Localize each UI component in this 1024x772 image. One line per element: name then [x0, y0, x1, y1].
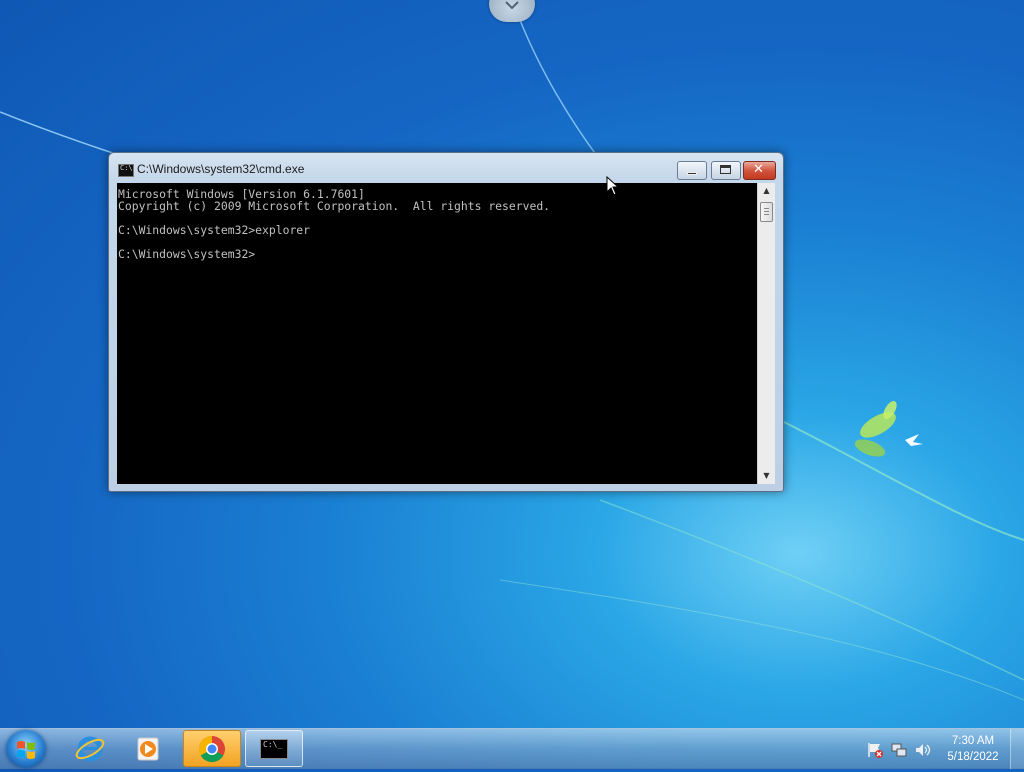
clock-date: 5/18/2022 — [947, 751, 999, 763]
action-center-flag-icon[interactable] — [866, 741, 884, 759]
console-output[interactable]: Microsoft Windows [Version 6.1.7601] Cop… — [117, 183, 757, 484]
minimize-icon — [687, 172, 697, 175]
cmd-icon: C:\_ — [260, 738, 288, 759]
chevron-down-icon — [505, 1, 519, 10]
start-button[interactable] — [6, 730, 46, 768]
console-text: Microsoft Windows [Version 6.1.7601] Cop… — [118, 187, 551, 261]
taskbar: C:\_ 7:30 AM 5/18/2022 — [0, 728, 1024, 769]
mouse-cursor-icon — [606, 176, 620, 196]
scrollbar-thumb[interactable] — [760, 202, 773, 222]
minimize-button[interactable] — [677, 161, 707, 180]
taskbar-item-internet-explorer[interactable] — [61, 730, 119, 767]
chrome-icon — [198, 735, 225, 762]
close-button[interactable]: ✕ — [743, 161, 776, 180]
maximize-icon — [720, 165, 731, 174]
taskbar-item-media-player[interactable] — [120, 730, 178, 767]
window-title: C:\Windows\system32\cmd.exe — [137, 162, 305, 176]
scroll-up-arrow-icon[interactable]: ▲ — [758, 183, 775, 199]
taskbar-item-chrome[interactable] — [183, 730, 241, 767]
ie-icon — [75, 736, 105, 761]
close-icon: ✕ — [753, 162, 764, 177]
cmd-icon: C:\ — [118, 164, 134, 177]
cmd-window[interactable]: C:\ C:\Windows\system32\cmd.exe ✕ Micros… — [108, 152, 784, 492]
system-clock[interactable]: 7:30 AM 5/18/2022 — [940, 733, 1006, 765]
show-desktop-button[interactable] — [1010, 729, 1024, 769]
clock-time: 7:30 AM — [951, 735, 995, 747]
media-player-icon — [137, 737, 159, 760]
maximize-button[interactable] — [711, 161, 741, 180]
windows-logo-icon — [17, 741, 35, 759]
network-icon[interactable] — [890, 741, 908, 759]
vertical-scrollbar[interactable]: ▲ ▼ — [757, 183, 775, 484]
scroll-down-arrow-icon[interactable]: ▼ — [758, 468, 775, 484]
window-titlebar[interactable]: C:\ C:\Windows\system32\cmd.exe ✕ — [109, 153, 783, 183]
volume-icon[interactable] — [914, 741, 932, 759]
taskbar-item-cmd[interactable]: C:\_ — [245, 730, 303, 767]
